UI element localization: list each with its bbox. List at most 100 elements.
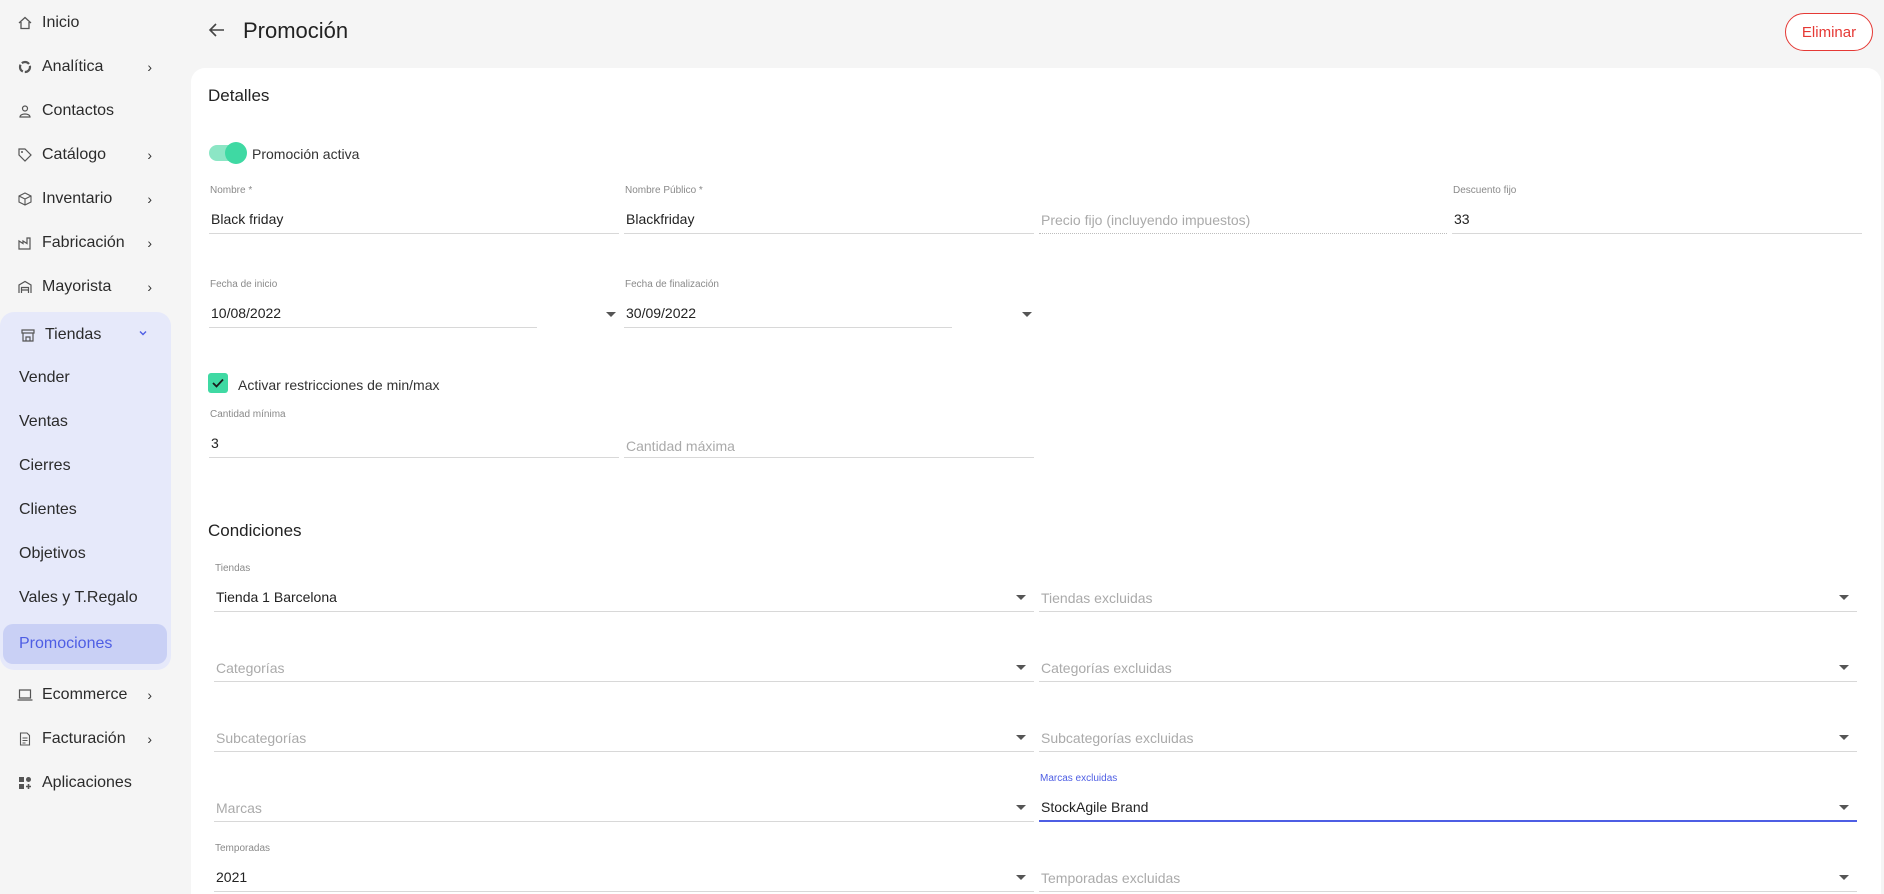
sidebar-item-contactos[interactable]: Contactos bbox=[0, 91, 172, 131]
home-icon bbox=[17, 15, 33, 31]
field-value: 30/09/2022 bbox=[626, 305, 697, 321]
main-card bbox=[191, 68, 1881, 894]
sidebar-item-fabricacion[interactable]: Fabricación › bbox=[0, 223, 172, 263]
field-value: 3 bbox=[211, 435, 219, 451]
sidebar-item-label: Fabricación bbox=[42, 234, 125, 251]
minmax-label: Activar restricciones de min/max bbox=[238, 377, 440, 393]
back-arrow-icon[interactable] bbox=[205, 18, 229, 42]
minmax-checkbox[interactable] bbox=[208, 373, 228, 393]
warehouse-icon bbox=[17, 279, 33, 295]
marcas-select[interactable]: Marcas bbox=[214, 796, 1034, 822]
chevron-right-icon: › bbox=[147, 147, 152, 163]
dropdown-arrow-icon bbox=[1016, 595, 1026, 600]
sidebar-item-mayorista[interactable]: Mayorista › bbox=[0, 267, 172, 307]
sidebar-item-aplicaciones[interactable]: Aplicaciones bbox=[0, 763, 172, 803]
sidebar-item-label: Contactos bbox=[42, 102, 115, 119]
tag-icon bbox=[17, 147, 33, 163]
chevron-down-icon bbox=[138, 325, 148, 341]
analytics-icon bbox=[17, 59, 33, 75]
sidebar-item-ecommerce[interactable]: Ecommerce › bbox=[0, 675, 172, 715]
field-label: Fecha de finalización bbox=[625, 279, 719, 290]
subcategorias-excluidas-select[interactable]: Subcategorías excluidas bbox=[1039, 726, 1857, 752]
active-toggle-label: Promoción activa bbox=[252, 146, 360, 162]
store-icon bbox=[20, 327, 36, 343]
dropdown-arrow-icon bbox=[1839, 875, 1849, 880]
sidebar-item-analitica[interactable]: Analítica › bbox=[0, 47, 172, 87]
nombre-field[interactable]: Nombre * Black friday bbox=[209, 185, 619, 234]
dropdown-arrow-icon bbox=[1016, 665, 1026, 670]
sidebar-sub-cierres[interactable]: Cierres bbox=[19, 446, 71, 486]
marcas-excluidas-select[interactable]: Marcas excluidas StockAgile Brand bbox=[1039, 773, 1857, 822]
sidebar-item-label: Catálogo bbox=[42, 146, 107, 163]
subcategorias-select[interactable]: Subcategorías bbox=[214, 726, 1034, 752]
sidebar-sub-vales[interactable]: Vales y T.Regalo bbox=[19, 578, 138, 618]
field-label: Nombre Público * bbox=[625, 185, 703, 196]
field-value: StockAgile Brand bbox=[1041, 799, 1149, 815]
fecha-fin-field[interactable]: Fecha de finalización 30/09/2022 bbox=[624, 279, 952, 328]
field-label: Marcas excluidas bbox=[1040, 773, 1118, 784]
fecha-inicio-dropdown-icon[interactable] bbox=[606, 312, 616, 317]
field-value: 33 bbox=[1454, 211, 1470, 227]
fecha-fin-dropdown-icon[interactable] bbox=[1022, 312, 1032, 317]
sidebar-item-label: Aplicaciones bbox=[42, 774, 132, 791]
field-placeholder: Marcas bbox=[216, 800, 262, 816]
sidebar-item-label: Analítica bbox=[42, 58, 104, 75]
details-section-title: Detalles bbox=[208, 86, 270, 105]
sidebar-sub-promociones[interactable]: Promociones bbox=[3, 624, 167, 664]
temporadas-select[interactable]: Temporadas 2021 bbox=[214, 843, 1034, 892]
descuento-field[interactable]: Descuento fijo 33 bbox=[1452, 185, 1862, 234]
fecha-inicio-field[interactable]: Fecha de inicio 10/08/2022 bbox=[209, 279, 537, 328]
sidebar-item-label: Mayorista bbox=[42, 278, 112, 295]
sidebar-sub-ventas[interactable]: Ventas bbox=[19, 402, 68, 442]
field-value: Tienda 1 Barcelona bbox=[216, 589, 337, 605]
sidebar-item-facturacion[interactable]: Facturación › bbox=[0, 719, 172, 759]
chevron-right-icon: › bbox=[147, 191, 152, 207]
cantidad-maxima-field[interactable]: Cantidad máxima bbox=[624, 432, 1034, 458]
field-value: 10/08/2022 bbox=[211, 305, 282, 321]
field-label: Nombre * bbox=[210, 185, 253, 196]
sidebar-item-label: Ecommerce bbox=[42, 686, 128, 703]
field-value: Blackfriday bbox=[626, 211, 695, 227]
field-placeholder: Subcategorías bbox=[216, 730, 307, 746]
invoice-icon bbox=[17, 731, 33, 747]
box-icon bbox=[17, 191, 33, 207]
field-value: 2021 bbox=[216, 869, 248, 885]
field-placeholder: Categorías bbox=[216, 660, 285, 676]
field-value: Black friday bbox=[211, 211, 284, 227]
dropdown-arrow-icon bbox=[1839, 735, 1849, 740]
sidebar-sub-objetivos[interactable]: Objetivos bbox=[19, 534, 86, 574]
field-placeholder: Precio fijo (incluyendo impuestos) bbox=[1041, 212, 1251, 228]
temporadas-excluidas-select[interactable]: Temporadas excluidas bbox=[1039, 866, 1857, 892]
laptop-icon bbox=[17, 687, 33, 703]
sidebar: Inicio Analítica › Contactos Catálogo › … bbox=[0, 0, 172, 894]
tiendas-excluidas-select[interactable]: Tiendas excluidas bbox=[1039, 586, 1857, 612]
sidebar-sub-clientes[interactable]: Clientes bbox=[19, 490, 77, 530]
chevron-right-icon: › bbox=[147, 235, 152, 251]
delete-button[interactable]: Eliminar bbox=[1785, 13, 1873, 51]
chevron-right-icon: › bbox=[147, 279, 152, 295]
field-label: Cantidad mínima bbox=[210, 409, 286, 420]
cantidad-minima-field[interactable]: Cantidad mínima 3 bbox=[209, 409, 619, 458]
field-placeholder: Categorías excluidas bbox=[1041, 660, 1172, 676]
field-placeholder: Temporadas excluidas bbox=[1041, 870, 1181, 886]
dropdown-arrow-icon bbox=[1016, 805, 1026, 810]
nombre-publico-field[interactable]: Nombre Público * Blackfriday bbox=[624, 185, 1034, 234]
categorias-excluidas-select[interactable]: Categorías excluidas bbox=[1039, 656, 1857, 682]
dropdown-arrow-icon bbox=[1016, 875, 1026, 880]
sidebar-item-inventario[interactable]: Inventario › bbox=[0, 179, 172, 219]
precio-fijo-field[interactable]: Precio fijo (incluyendo impuestos) bbox=[1039, 208, 1447, 234]
sidebar-item-tiendas[interactable]: Tiendas bbox=[0, 315, 172, 355]
dropdown-arrow-icon bbox=[1839, 665, 1849, 670]
tiendas-select[interactable]: Tiendas Tienda 1 Barcelona bbox=[214, 563, 1034, 612]
categorias-select[interactable]: Categorías bbox=[214, 656, 1034, 682]
field-placeholder: Tiendas excluidas bbox=[1041, 590, 1153, 606]
factory-icon bbox=[17, 235, 33, 251]
sidebar-item-inicio[interactable]: Inicio bbox=[0, 3, 172, 43]
sidebar-item-label: Tiendas bbox=[45, 326, 102, 343]
apps-icon bbox=[17, 775, 33, 791]
field-label: Descuento fijo bbox=[1453, 185, 1517, 196]
sidebar-sub-vender[interactable]: Vender bbox=[19, 358, 70, 398]
field-placeholder: Subcategorías excluidas bbox=[1041, 730, 1194, 746]
sidebar-item-catalogo[interactable]: Catálogo › bbox=[0, 135, 172, 175]
active-toggle[interactable] bbox=[209, 142, 247, 164]
